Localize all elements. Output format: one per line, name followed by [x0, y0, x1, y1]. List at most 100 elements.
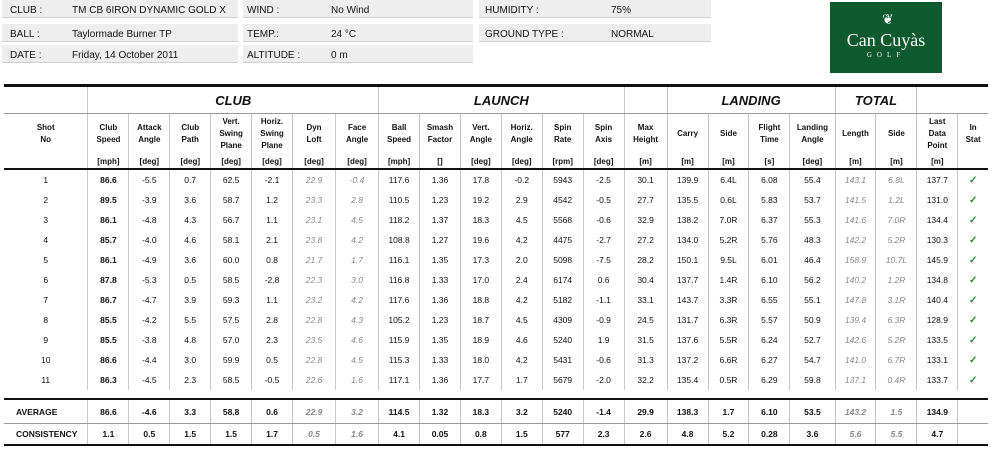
table-cell: 158.9: [834, 250, 876, 270]
table-cell: 87.8: [87, 270, 129, 290]
table-cell: 4.2: [500, 290, 543, 310]
table-cell: 7: [43, 295, 49, 305]
table-cell: 5182: [541, 290, 584, 310]
summary-cell: 5240: [541, 399, 584, 424]
column-header: Smash Factor: [419, 113, 461, 154]
table-cell: 1.4R: [707, 270, 749, 290]
check-icon: ✓: [957, 270, 988, 290]
table-cell: 17.0: [459, 270, 502, 290]
table-cell: 32.2: [623, 370, 668, 390]
table-cell: 50.9: [789, 310, 836, 330]
table-cell: 27.2: [623, 230, 668, 250]
summary-cell: [957, 399, 988, 424]
table-cell: 141.0: [834, 350, 876, 370]
summary-cell: 3.6: [789, 423, 836, 446]
table-cell: 1.35: [419, 250, 461, 270]
table-cell: 18.0: [459, 350, 502, 370]
table-cell: 23.8: [291, 230, 336, 250]
table-cell: 0.6L: [707, 190, 749, 210]
ground-info: GROUND TYPE : NORMAL: [479, 24, 711, 42]
table-cell: -5.3: [128, 270, 170, 290]
table-cell: 6.7R: [875, 350, 917, 370]
table-cell: 143.1: [834, 169, 876, 190]
table-cell: 21.7: [291, 250, 336, 270]
column-unit: [deg]: [335, 154, 379, 170]
check-icon: ✓: [957, 370, 988, 390]
table-cell: 0.8: [251, 250, 293, 270]
group-blank: [623, 84, 668, 114]
table-cell: 6.55: [748, 290, 790, 310]
summary-cell: 4.8: [666, 423, 709, 446]
wind-info: WIND : No Wind: [243, 0, 473, 18]
table-cell: 30.1: [623, 169, 668, 190]
table-cell: 2.3: [251, 330, 293, 350]
table-cell: 18.9: [459, 330, 502, 350]
table-cell: 3.6: [169, 250, 211, 270]
table-cell: 31.3: [623, 350, 668, 370]
summary-cell: 3.2: [500, 399, 543, 424]
table-row: 5 86.1 -4.9 3.6 60.0 0.8 21.7 1.7 116.1 1.35 17.3 2…: [4, 250, 988, 270]
summary-cell: 1.7: [707, 399, 749, 424]
table-cell: 55.3: [789, 210, 836, 230]
table-cell: 4475: [541, 230, 584, 250]
humidity-label: HUMIDITY :: [485, 5, 539, 16]
table-cell: 19.2: [459, 190, 502, 210]
summary-cell: 6.10: [748, 399, 790, 424]
table-cell: 60.0: [210, 250, 252, 270]
table-cell: 10: [40, 355, 51, 365]
spacer: [4, 390, 988, 400]
table-cell: 27.7: [623, 190, 668, 210]
summary-cell: 3.3: [169, 399, 211, 424]
table-cell: 105.2: [378, 310, 420, 330]
summary-cell: [957, 423, 988, 446]
table-cell: 6.3R: [707, 310, 749, 330]
summary-cell: 134.9: [916, 399, 958, 424]
humidity-info: HUMIDITY : 75%: [479, 0, 711, 18]
table-cell: 55.4: [789, 169, 836, 190]
table-cell: -5.5: [128, 169, 170, 190]
table-cell: 86.6: [87, 169, 129, 190]
wind-label: WIND :: [247, 5, 280, 16]
table-cell: 133.5: [916, 330, 958, 350]
table-cell: 130.3: [916, 230, 958, 250]
column-unit: [rpm]: [541, 154, 584, 170]
table-cell: 1.27: [419, 230, 461, 250]
table-cell: 1.1: [251, 210, 293, 230]
column-unit: [deg]: [500, 154, 543, 170]
summary-cell: 86.6: [87, 399, 129, 424]
table-cell: 8: [43, 315, 49, 325]
table-cell: 4: [43, 235, 49, 245]
table-cell: 85.7: [87, 230, 129, 250]
table-cell: 116.1: [378, 250, 420, 270]
summary-cell: 18.3: [459, 399, 502, 424]
table-cell: 32.9: [623, 210, 668, 230]
ball-info: BALL : Taylormade Burner TP: [2, 24, 238, 42]
summary-cell: 1.5: [210, 423, 252, 446]
group-blank: [916, 84, 988, 114]
table-cell: 5679: [541, 370, 584, 390]
table-cell: 2.4: [500, 270, 543, 290]
table-cell: 5.5: [169, 310, 211, 330]
column-header-row: Shot No Club Speed Attack Angle Club Path Vert. S…: [4, 113, 988, 154]
table-cell: 1.1: [251, 290, 293, 310]
logo-name: Can Cuyàs: [846, 30, 926, 50]
column-header: Side: [875, 113, 917, 154]
table-cell: 2.3: [169, 370, 211, 390]
table-cell: 1.7: [335, 250, 379, 270]
table-cell: 4.5: [335, 350, 379, 370]
table-cell: 7.0R: [875, 210, 917, 230]
summary-cell: 143.2: [834, 399, 876, 424]
column-header: Shot No: [36, 123, 55, 144]
summary-cell: 1.7: [251, 423, 293, 446]
summary-cell: 1.5: [500, 423, 543, 446]
table-row: 8 85.5 -4.2 5.5 57.5 2.8 22.8 4.3 105.2 1.23 18.7 4…: [4, 310, 988, 330]
check-icon: ✓: [957, 310, 988, 330]
summary-cell: 138.3: [666, 399, 709, 424]
table-cell: 5568: [541, 210, 584, 230]
table-cell: 5098: [541, 250, 584, 270]
column-unit: [deg]: [128, 154, 170, 170]
column-header: Attack Angle: [128, 113, 170, 154]
table-cell: 58.5: [210, 270, 252, 290]
date-value: Friday, 14 October 2011: [72, 50, 179, 61]
table-cell: 6.6R: [707, 350, 749, 370]
